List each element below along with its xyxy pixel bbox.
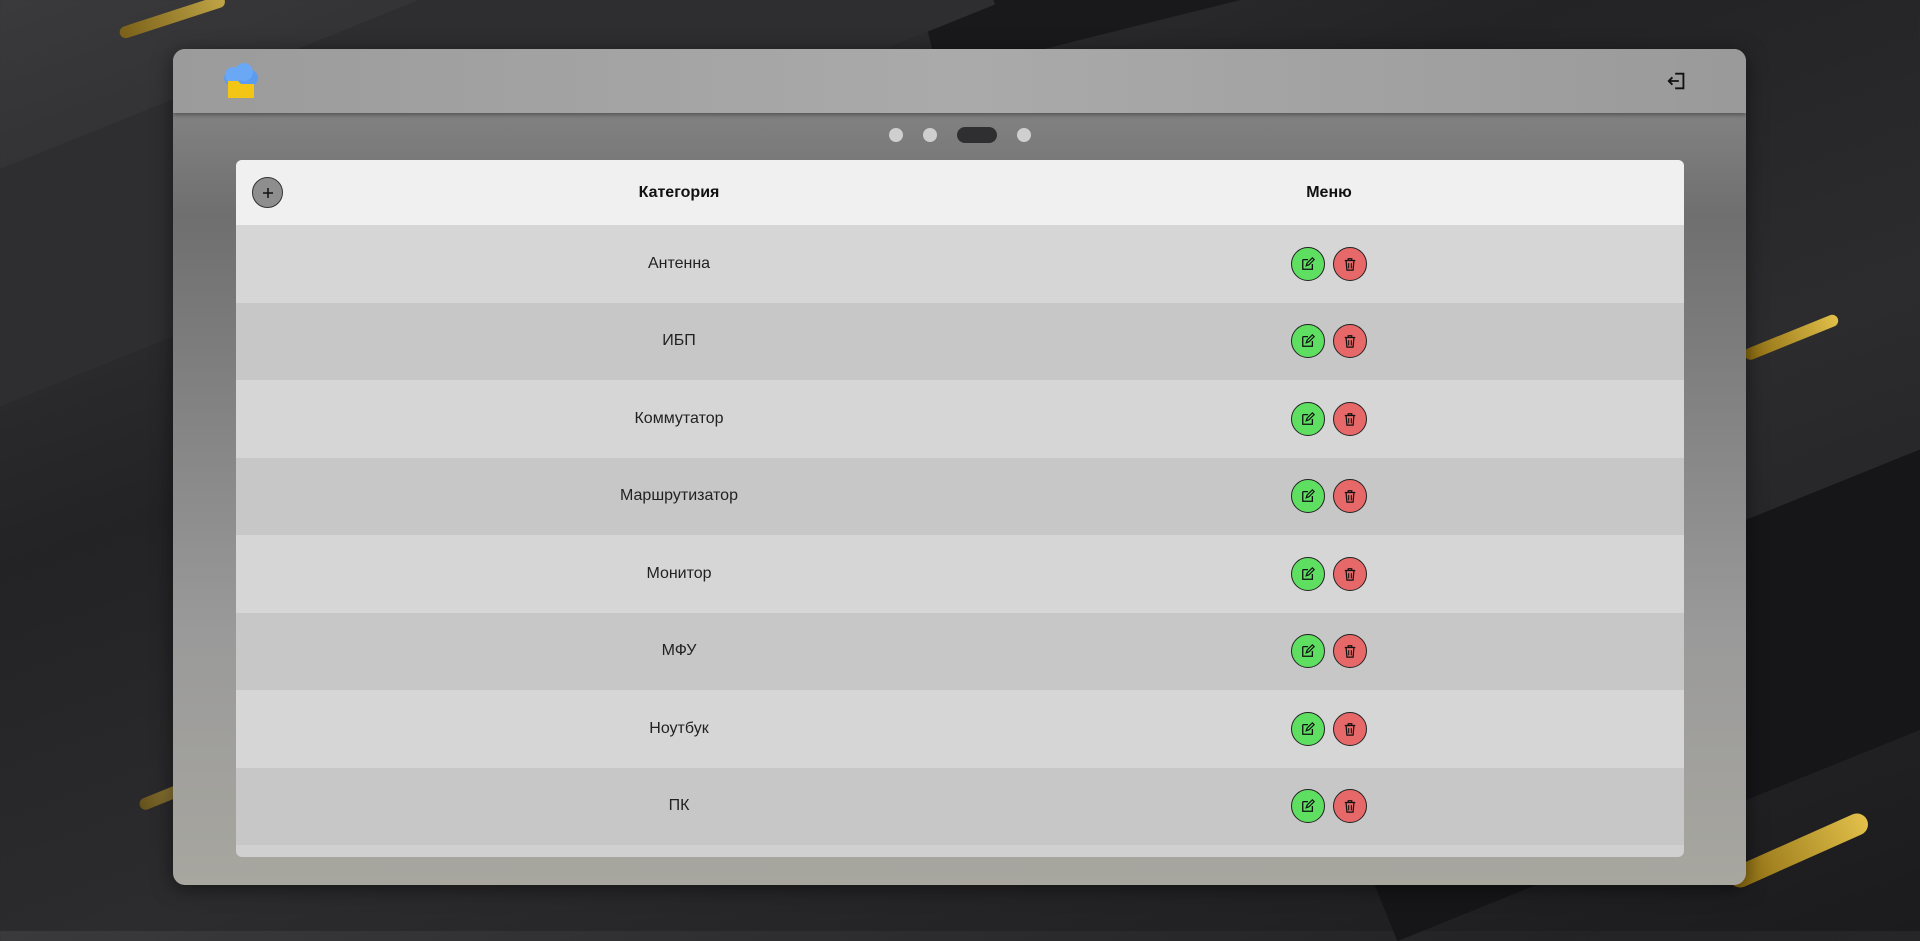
delete-button[interactable] bbox=[1333, 556, 1367, 591]
delete-button[interactable] bbox=[1333, 401, 1367, 436]
edit-button[interactable] bbox=[1291, 556, 1325, 591]
gold-accent-stripe bbox=[1725, 809, 1872, 892]
table-row: Коммутатор bbox=[236, 380, 1684, 458]
delete-button[interactable] bbox=[1333, 246, 1367, 281]
page-dot-4[interactable] bbox=[1016, 128, 1031, 142]
edit-button[interactable] bbox=[1291, 246, 1325, 281]
page-dot-1[interactable] bbox=[888, 128, 903, 142]
trash-icon bbox=[1344, 490, 1356, 503]
row-actions bbox=[1291, 401, 1367, 436]
row-actions bbox=[1291, 634, 1367, 669]
edit-icon bbox=[1302, 566, 1315, 580]
edit-button[interactable] bbox=[1291, 789, 1325, 824]
row-actions bbox=[1291, 324, 1367, 359]
delete-button[interactable] bbox=[1333, 479, 1367, 514]
edit-icon bbox=[1302, 799, 1315, 813]
edit-button[interactable] bbox=[1291, 479, 1325, 514]
app-window: Категория Меню Антенна ИБП Коммутатор Ма… bbox=[173, 49, 1746, 885]
row-actions bbox=[1291, 711, 1367, 746]
edit-icon bbox=[1302, 721, 1315, 735]
category-name: Ноутбук bbox=[649, 719, 709, 737]
table-row: ПК bbox=[236, 767, 1684, 845]
table-row: Маршрутизатор bbox=[236, 457, 1684, 535]
page-dot-3-active[interactable] bbox=[956, 127, 997, 143]
categories-table: Категория Меню Антенна ИБП Коммутатор Ма… bbox=[236, 160, 1684, 857]
table-row: ИБП bbox=[236, 302, 1684, 380]
page-dot-2[interactable] bbox=[922, 128, 937, 142]
delete-button[interactable] bbox=[1333, 634, 1367, 669]
edit-icon bbox=[1302, 411, 1315, 425]
edit-icon bbox=[1302, 644, 1315, 658]
trash-icon bbox=[1344, 645, 1356, 658]
category-name: Монитор bbox=[646, 564, 712, 582]
edit-button[interactable] bbox=[1291, 324, 1325, 359]
category-name: ИБП bbox=[662, 332, 696, 350]
logout-button[interactable] bbox=[1664, 68, 1690, 94]
trash-icon bbox=[1344, 567, 1356, 581]
gold-accent-stripe bbox=[1742, 312, 1840, 362]
edit-button[interactable] bbox=[1291, 634, 1325, 669]
row-actions bbox=[1291, 246, 1367, 281]
category-name: Антенна bbox=[647, 254, 711, 272]
edit-icon bbox=[1302, 489, 1315, 503]
top-bar bbox=[173, 49, 1746, 113]
column-header-category: Категория bbox=[638, 183, 720, 201]
delete-button[interactable] bbox=[1333, 711, 1367, 746]
delete-button[interactable] bbox=[1333, 789, 1367, 824]
trash-icon bbox=[1344, 257, 1356, 271]
gold-accent-stripe bbox=[118, 0, 227, 40]
edit-icon bbox=[1302, 256, 1315, 270]
row-actions bbox=[1291, 789, 1367, 824]
row-actions bbox=[1291, 556, 1367, 591]
trash-icon bbox=[1344, 335, 1356, 348]
table-row: МФУ bbox=[236, 612, 1684, 690]
table-row: Антенна bbox=[236, 225, 1684, 303]
category-name: ПК bbox=[668, 797, 690, 815]
cloud-folder-icon[interactable] bbox=[219, 61, 263, 101]
edit-icon bbox=[1302, 334, 1315, 348]
category-name: Коммутатор bbox=[634, 409, 724, 427]
edit-button[interactable] bbox=[1291, 401, 1325, 436]
trash-icon bbox=[1344, 800, 1356, 813]
trash-icon bbox=[1344, 722, 1356, 736]
table-body: Антенна ИБП Коммутатор Маршрутизатор Мон… bbox=[236, 225, 1684, 845]
logout-icon bbox=[1667, 72, 1685, 90]
edit-button[interactable] bbox=[1291, 711, 1325, 746]
trash-icon bbox=[1344, 412, 1356, 426]
table-row: Монитор bbox=[236, 535, 1684, 613]
table-header: Категория Меню bbox=[236, 160, 1684, 225]
category-name: МФУ bbox=[661, 642, 697, 660]
column-header-menu: Меню bbox=[1306, 183, 1352, 201]
table-row: Ноутбук bbox=[236, 690, 1684, 768]
page-indicator bbox=[173, 127, 1746, 143]
category-name: Маршрутизатор bbox=[620, 487, 738, 505]
row-actions bbox=[1291, 479, 1367, 514]
delete-button[interactable] bbox=[1333, 324, 1367, 359]
